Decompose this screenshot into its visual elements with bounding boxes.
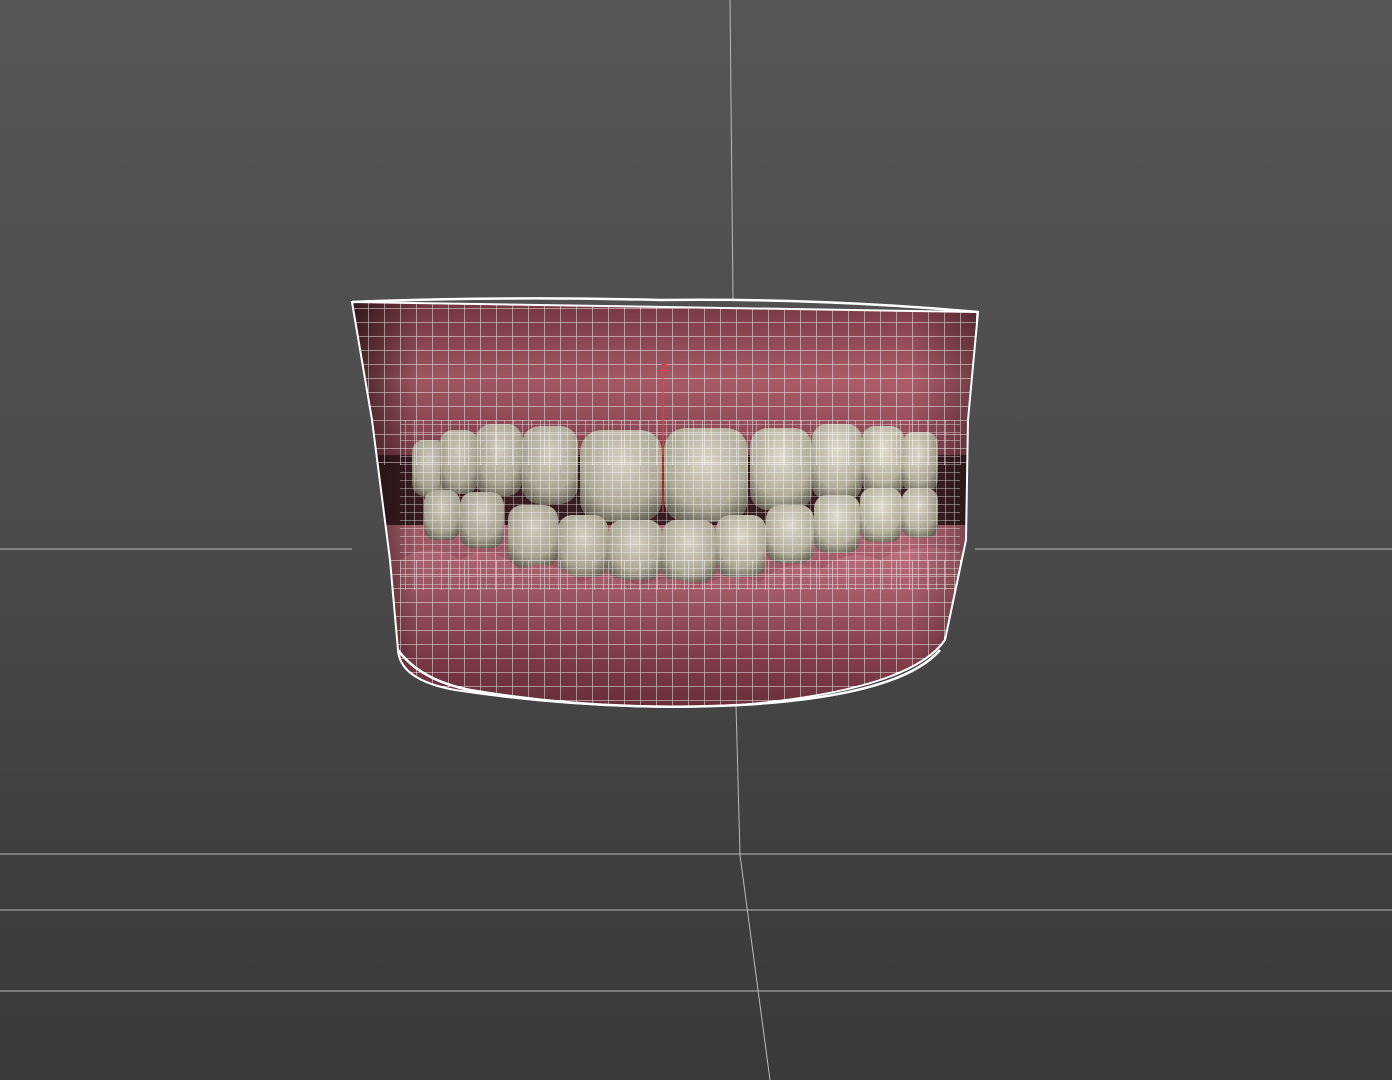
3d-viewport[interactable]: Z bbox=[0, 0, 1392, 1080]
teeth-model[interactable] bbox=[340, 295, 990, 720]
pivot-axis-label: Z bbox=[661, 363, 668, 374]
viewport-canvas[interactable] bbox=[0, 0, 1392, 1080]
